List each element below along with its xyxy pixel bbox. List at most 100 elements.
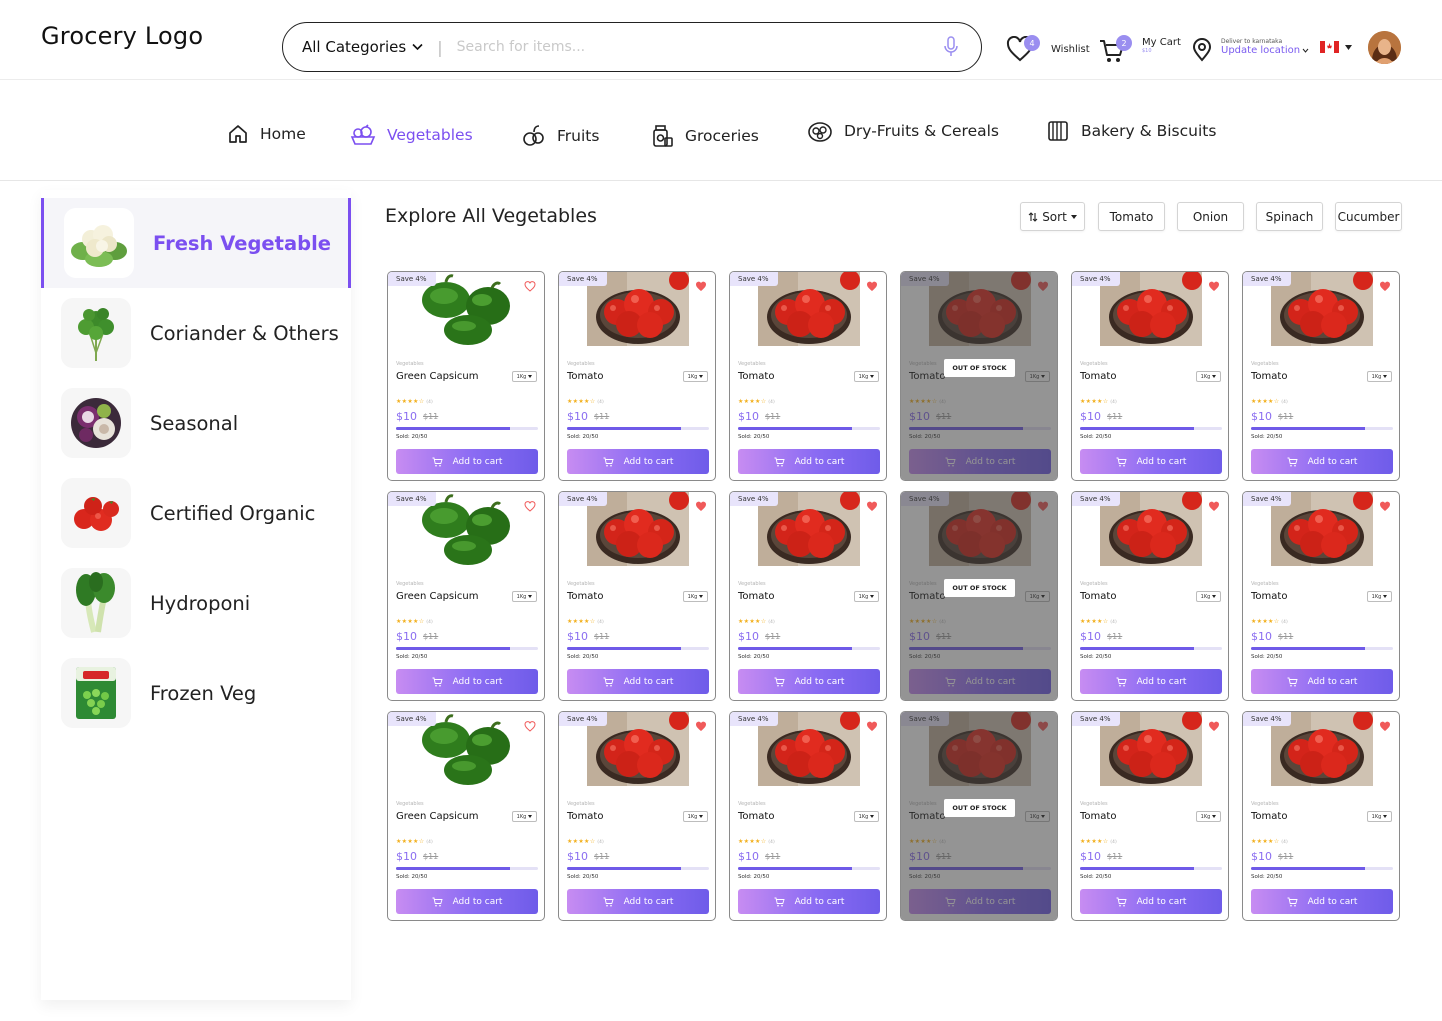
sold-count: Sold: 20/50 [1251, 874, 1283, 880]
heart-icon[interactable] [1379, 720, 1391, 732]
sort-button[interactable]: Sort [1020, 202, 1085, 231]
product-card[interactable]: Save 4% Vegetables Tomato 1Kg ★★★★☆( [1242, 491, 1400, 701]
unit-select[interactable]: 1Kg [1196, 591, 1221, 602]
unit-select[interactable]: 1Kg [683, 371, 708, 382]
add-to-cart-button[interactable]: Add to cart [1251, 889, 1393, 914]
unit-select[interactable]: 1Kg [1196, 811, 1221, 822]
add-to-cart-button[interactable]: Add to cart [1251, 669, 1393, 694]
category-select[interactable]: All Categories [302, 38, 423, 56]
product-card[interactable]: Save 4% Vegetables Tomato 1Kg ★★★★☆( [1071, 271, 1229, 481]
heart-icon[interactable] [1208, 280, 1220, 292]
product-card[interactable]: Save 4% Vegetables Tomato 1Kg ★★★★☆( [900, 711, 1058, 921]
add-to-cart-label: Add to cart [1307, 896, 1358, 907]
nav-item-groceries[interactable]: Groceries [650, 124, 759, 148]
unit-select[interactable]: 1Kg [1367, 811, 1392, 822]
product-card[interactable]: Save 4% Vegetables Green Capsicum 1Kg ★★… [387, 271, 545, 481]
heart-icon[interactable] [524, 720, 536, 732]
sidebar-item-seasonal[interactable]: Seasonal [41, 378, 351, 468]
sold-count: Sold: 20/50 [1251, 434, 1283, 440]
add-to-cart-button[interactable]: Add to cart [396, 669, 538, 694]
cart-amount: $10 [1142, 47, 1152, 54]
add-to-cart-button[interactable]: Add to cart [567, 889, 709, 914]
unit-select[interactable]: 1Kg [854, 591, 879, 602]
heart-icon[interactable] [1208, 500, 1220, 512]
unit-select[interactable]: 1Kg [854, 371, 879, 382]
add-to-cart-button[interactable]: Add to cart [567, 669, 709, 694]
filter-chip-tomato[interactable]: Tomato [1098, 202, 1165, 231]
nav-item-dry-fruits[interactable]: Dry-Fruits & Cereals [807, 119, 999, 143]
heart-icon[interactable] [1379, 280, 1391, 292]
filter-chip-onion[interactable]: Onion [1177, 202, 1244, 231]
filter-chip-cucumber[interactable]: Cucumber [1335, 202, 1402, 231]
unit-select[interactable]: 1Kg [1367, 371, 1392, 382]
rating-stars: ★★★★☆(4) [396, 618, 433, 625]
product-card[interactable]: Save 4% Vegetables Tomato 1Kg ★★★★☆( [1242, 271, 1400, 481]
product-card[interactable]: Save 4% Vegetables Tomato 1Kg ★★★★☆( [729, 271, 887, 481]
product-card[interactable]: Save 4% Vegetables Tomato 1Kg ★★★★☆( [558, 711, 716, 921]
sidebar-item-coriander[interactable]: Coriander & Others [41, 288, 351, 378]
product-card[interactable]: Save 4% Vegetables Green Capsicum 1Kg ★★… [387, 491, 545, 701]
heart-icon[interactable] [695, 500, 707, 512]
unit-select[interactable]: 1Kg [683, 591, 708, 602]
add-to-cart-button[interactable]: Add to cart [567, 449, 709, 474]
heart-icon[interactable] [524, 500, 536, 512]
add-to-cart-button[interactable]: Add to cart [1080, 889, 1222, 914]
add-to-cart-button[interactable]: Add to cart [1080, 449, 1222, 474]
sidebar-item-hydroponi[interactable]: Hydroponi [41, 558, 351, 648]
nav-item-bakery[interactable]: Bakery & Biscuits [1046, 119, 1216, 143]
heart-icon[interactable] [695, 280, 707, 292]
add-to-cart-button[interactable]: Add to cart [396, 449, 538, 474]
old-price: $11 [765, 852, 781, 861]
unit-select[interactable]: 1Kg [512, 811, 537, 822]
avatar[interactable] [1368, 31, 1401, 64]
wishlist-button[interactable]: 4 Wishlist [1006, 35, 1090, 62]
product-card[interactable]: Save 4% Vegetables Tomato 1Kg ★★★★☆( [900, 491, 1058, 701]
location-selector[interactable]: Deliver to karnataka Update location [1192, 38, 1309, 62]
heart-icon[interactable] [695, 720, 707, 732]
location-caption: Deliver to karnataka [1221, 38, 1283, 45]
add-to-cart-button[interactable]: Add to cart [738, 669, 880, 694]
product-card[interactable]: Save 4% Vegetables Tomato 1Kg ★★★★☆( [900, 271, 1058, 481]
sidebar-item-frozen-veg[interactable]: Frozen Veg [41, 648, 351, 738]
unit-select[interactable]: 1Kg [854, 811, 879, 822]
add-to-cart-button[interactable]: Add to cart [738, 449, 880, 474]
cart-button[interactable]: 2 My Cart $10 [1099, 35, 1181, 64]
language-selector[interactable] [1320, 41, 1352, 53]
unit-select[interactable]: 1Kg [1367, 591, 1392, 602]
nav-item-fruits[interactable]: Fruits [522, 124, 599, 148]
review-count: (4) [426, 619, 433, 624]
mic-icon[interactable] [943, 36, 959, 58]
unit-select[interactable]: 1Kg [683, 811, 708, 822]
sidebar-item-certified-organic[interactable]: Certified Organic [41, 468, 351, 558]
unit-select[interactable]: 1Kg [1196, 371, 1221, 382]
sold-progress-bar [396, 867, 538, 870]
product-card[interactable]: Save 4% Vegetables Green Capsicum 1Kg ★★… [387, 711, 545, 921]
nav-item-vegetables[interactable]: Vegetables [350, 124, 473, 146]
heart-icon[interactable] [866, 280, 878, 292]
product-card[interactable]: Save 4% Vegetables Tomato 1Kg ★★★★☆( [1071, 711, 1229, 921]
update-location-link[interactable]: Update location [1221, 45, 1309, 56]
unit-select[interactable]: 1Kg [512, 591, 537, 602]
heart-icon[interactable] [866, 720, 878, 732]
product-card[interactable]: Save 4% Vegetables Tomato 1Kg ★★★★☆( [1071, 491, 1229, 701]
heart-icon[interactable] [1379, 500, 1391, 512]
unit-select[interactable]: 1Kg [512, 371, 537, 382]
product-card[interactable]: Save 4% Vegetables Tomato 1Kg ★★★★☆( [558, 491, 716, 701]
add-to-cart-button[interactable]: Add to cart [1080, 669, 1222, 694]
heart-icon[interactable] [524, 280, 536, 292]
filter-chip-spinach[interactable]: Spinach [1256, 202, 1323, 231]
heart-icon[interactable] [1208, 720, 1220, 732]
search-input[interactable] [456, 39, 917, 55]
add-to-cart-button[interactable]: Add to cart [396, 889, 538, 914]
heart-icon[interactable] [866, 500, 878, 512]
logo[interactable]: Grocery Logo [41, 22, 203, 50]
add-to-cart-button[interactable]: Add to cart [1251, 449, 1393, 474]
sidebar-item-fresh-vegetable[interactable]: Fresh Vegetable [41, 198, 351, 288]
product-card[interactable]: Save 4% Vegetables Tomato 1Kg ★★★★☆( [1242, 711, 1400, 921]
star-glyphs: ★★★★☆ [1080, 618, 1109, 625]
product-card[interactable]: Save 4% Vegetables Tomato 1Kg ★★★★☆( [729, 491, 887, 701]
nav-item-home[interactable]: Home [227, 123, 306, 145]
product-card[interactable]: Save 4% Vegetables Tomato 1Kg ★★★★☆( [729, 711, 887, 921]
product-card[interactable]: Save 4% Vegetables Tomato 1Kg ★★★★☆( [558, 271, 716, 481]
add-to-cart-button[interactable]: Add to cart [738, 889, 880, 914]
